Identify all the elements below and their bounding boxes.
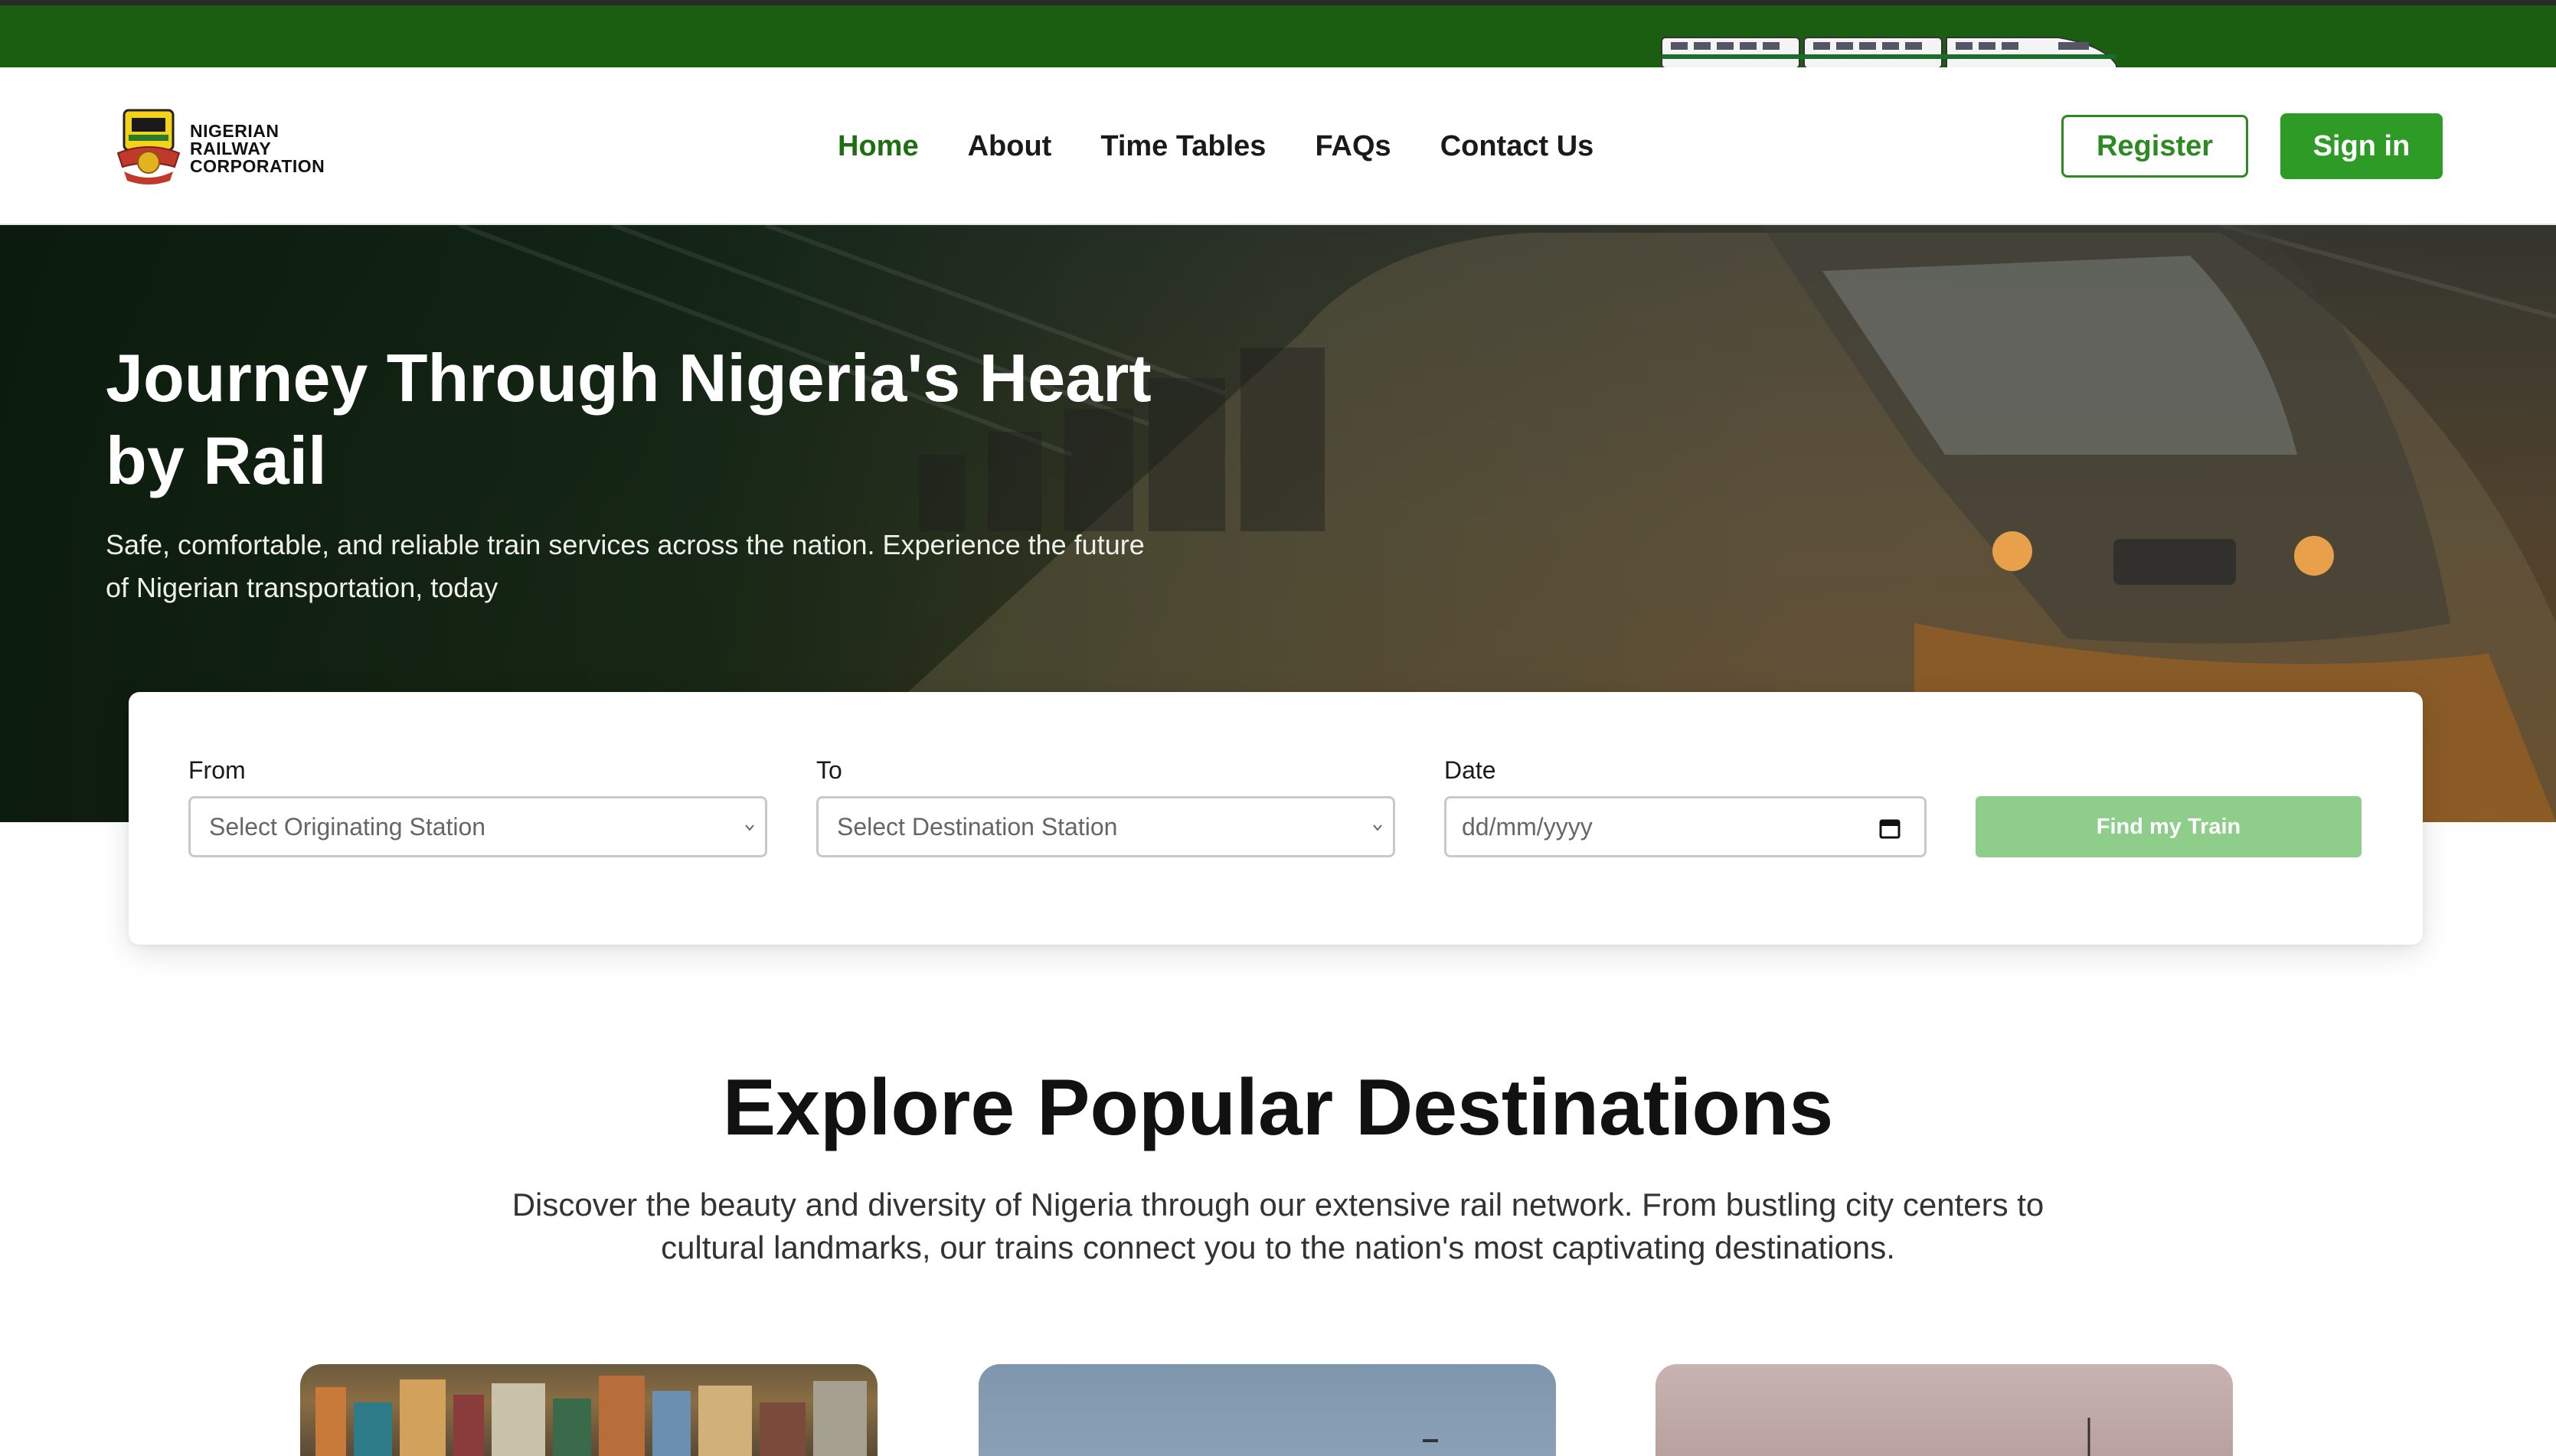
nav-link-home[interactable]: Home [838, 127, 919, 165]
from-label: From [188, 756, 246, 784]
destination-landscape-image [1423, 1439, 1438, 1442]
date-label: Date [1444, 756, 1496, 784]
nav-link-faqs[interactable]: FAQs [1315, 127, 1391, 165]
hero-subtitle: Safe, comfortable, and reliable train se… [106, 529, 1145, 603]
to-label: To [816, 756, 842, 784]
destination-city-image [315, 1376, 867, 1456]
date-input[interactable]: dd/mm/yyyy [1444, 796, 1927, 857]
logo-line-1: NIGERIAN [190, 121, 279, 141]
hero-title: Journey Through Nigeria's Heart by Rail [106, 340, 1152, 498]
top-banner [0, 0, 2556, 69]
destination-card-monument[interactable] [1656, 1364, 2233, 1456]
nav-link-contact-us[interactable]: Contact Us [1440, 127, 1594, 165]
to-station-select[interactable]: Select Destination Station [816, 796, 1395, 857]
destination-card-landscape[interactable] [979, 1364, 1556, 1456]
train-banner-icon [1661, 37, 2117, 69]
nav-link-about[interactable]: About [968, 127, 1052, 165]
from-station-select[interactable]: Select Originating Station [188, 796, 767, 857]
destination-card-city[interactable] [300, 1364, 878, 1456]
nav-links: Home About Time Tables FAQs Contact Us [838, 127, 1593, 165]
destinations-description: Discover the beauty and diversity of Nig… [512, 1187, 2044, 1265]
main-navbar: NIGERIAN RAILWAY CORPORATION Home About … [0, 67, 2556, 225]
nav-link-time-tables[interactable]: Time Tables [1100, 127, 1266, 165]
chevron-down-icon [745, 824, 754, 831]
sign-in-button[interactable]: Sign in [2280, 113, 2443, 179]
register-button[interactable]: Register [2061, 115, 2248, 178]
destinations-title: Explore Popular Destinations [722, 1063, 1834, 1152]
logo-line-2: RAILWAY [190, 139, 272, 158]
date-placeholder: dd/mm/yyyy [1462, 812, 1593, 841]
train-search-form: From Select Originating Station To Selec… [129, 692, 2423, 945]
calendar-icon[interactable] [1878, 817, 1901, 840]
destination-monument-image [2087, 1418, 2090, 1456]
logo-wordmark: NIGERIAN RAILWAY CORPORATION [190, 122, 343, 175]
from-station-value: Select Originating Station [209, 812, 486, 841]
to-station-value: Select Destination Station [837, 812, 1118, 841]
find-train-button[interactable]: Find my Train [1976, 796, 2362, 857]
chevron-down-icon [1373, 824, 1382, 831]
nrc-logo[interactable]: NIGERIAN RAILWAY CORPORATION [113, 107, 328, 187]
nrc-emblem-icon [116, 109, 181, 184]
logo-line-3: CORPORATION [190, 156, 325, 176]
